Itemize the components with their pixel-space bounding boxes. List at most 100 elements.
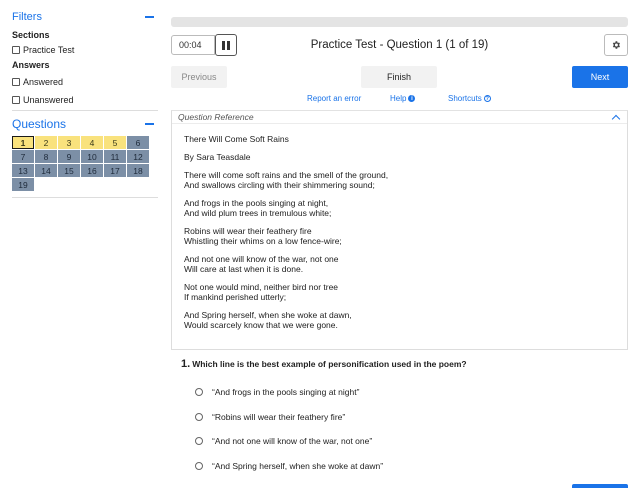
settings-button[interactable] (604, 34, 628, 56)
poem-line: And not one will know of the war, not on… (184, 254, 339, 264)
poem-line: Whistling their whims on a low fence-wir… (184, 236, 342, 246)
info-icon: i (408, 95, 416, 102)
question-title: Practice Test - Question 1 (1 of 19) (310, 39, 489, 51)
question-cell[interactable]: 5 (104, 136, 126, 149)
gear-icon (612, 41, 620, 49)
question-grid: 1 2 3 4 5 6 7 8 9 10 11 12 13 14 15 16 17 18 19 (12, 136, 158, 191)
reference-title: Question Reference (178, 112, 254, 122)
poem-line: And wild plum trees in tremulous white; (184, 208, 332, 218)
timer-display: 00:04 (171, 35, 215, 55)
filters-header[interactable]: Filters (12, 8, 158, 26)
report-error-link[interactable]: Report an error (307, 94, 361, 103)
questions-header[interactable]: Questions (12, 115, 158, 133)
poem-stanza: And not one will know of the war, not on… (184, 254, 615, 274)
divider (12, 110, 158, 111)
sidebar: Filters Sections Practice Test Answers A… (12, 8, 158, 198)
shortcuts-label: Shortcuts (448, 94, 482, 103)
pause-icon (227, 40, 230, 50)
poem-line: Would scarcely know that we were gone. (184, 320, 338, 330)
question-cell[interactable]: 8 (35, 150, 57, 163)
checkbox-icon[interactable] (12, 46, 20, 54)
poem-stanza: Not one would mind, neither bird nor tre… (184, 282, 615, 302)
reference-header[interactable]: Question Reference (172, 111, 627, 124)
question-cell[interactable]: 18 (127, 164, 149, 177)
bottom-next-button[interactable] (572, 484, 628, 488)
toolbar: 00:04 Practice Test - Question 1 (1 of 1… (171, 33, 628, 57)
next-button[interactable]: Next (572, 66, 628, 88)
answer-option[interactable]: “Robins will wear their feathery fire” (195, 405, 621, 430)
question-cell[interactable]: 16 (81, 164, 103, 177)
poem-line: Will care at last when it is done. (184, 264, 304, 274)
question-stem: 1. Which line is the best example of per… (181, 358, 621, 370)
filter-label: Practice Test (23, 45, 75, 55)
question-cell[interactable]: 6 (127, 136, 149, 149)
filter-unanswered[interactable]: Unanswered (12, 92, 158, 108)
radio-icon[interactable] (195, 412, 203, 421)
progress-bar (171, 17, 628, 27)
poem-line: There will come soft rains and the smell… (184, 170, 389, 180)
question-cell[interactable]: 7 (12, 150, 34, 163)
answers-label: Answers (12, 60, 50, 70)
answer-option-label: “And frogs in the pools singing at night… (212, 387, 360, 398)
answer-option[interactable]: “And Spring herself, when she woke at da… (195, 454, 621, 479)
radio-icon[interactable] (195, 437, 203, 446)
question-cell[interactable]: 9 (58, 150, 80, 163)
radio-icon[interactable] (195, 461, 203, 470)
question-cell[interactable]: 17 (104, 164, 126, 177)
collapse-filters-icon[interactable] (145, 16, 154, 18)
question-cell[interactable]: 14 (35, 164, 57, 177)
poem-stanza: And Spring herself, when she woke at daw… (184, 310, 615, 330)
pause-icon (222, 40, 225, 50)
main-panel: 00:04 Practice Test - Question 1 (1 of 1… (171, 17, 628, 350)
report-error-label: Report an error (307, 94, 362, 103)
help-label: Help (390, 94, 407, 103)
poem-line: Robins will wear their feathery fire (184, 226, 312, 236)
poem-title: There Will Come Soft Rains (184, 134, 289, 144)
question-block: 1. Which line is the best example of per… (181, 358, 621, 478)
checkbox-icon[interactable] (12, 96, 20, 104)
collapse-questions-icon[interactable] (145, 123, 154, 125)
question-number: 1. (181, 358, 191, 370)
poem-line: And swallows circling with their shimmer… (184, 180, 375, 190)
divider (12, 197, 158, 198)
chevron-up-icon[interactable] (611, 114, 621, 123)
poem-line: And Spring herself, when she woke at daw… (184, 310, 352, 320)
answer-options: “And frogs in the pools singing at night… (195, 380, 621, 478)
filter-label: Unanswered (23, 95, 74, 105)
filters-title: Filters (12, 11, 42, 23)
poem-stanzas: There will come soft rains and the smell… (184, 170, 615, 330)
previous-button[interactable]: Previous (171, 66, 227, 88)
sections-label: Sections (12, 30, 50, 40)
answer-option-label: “Robins will wear their feathery fire” (212, 411, 346, 422)
poem-stanza: Robins will wear their feathery fire Whis… (184, 226, 615, 246)
poem-line: And frogs in the pools singing at night, (184, 198, 329, 208)
help-circle-icon: ? (483, 95, 491, 102)
filter-practice-test[interactable]: Practice Test (12, 42, 158, 58)
poem-author: By Sara Teasdale (184, 152, 251, 162)
answer-option-label: “And Spring herself, when she woke at da… (212, 460, 384, 471)
help-link[interactable]: Help i (390, 94, 416, 103)
question-cell[interactable]: 12 (127, 150, 149, 163)
question-cell[interactable]: 2 (35, 136, 57, 149)
question-cell[interactable]: 19 (12, 178, 34, 191)
question-cell[interactable]: 15 (58, 164, 80, 177)
question-cell[interactable]: 10 (81, 150, 103, 163)
poem-stanza: And frogs in the pools singing at night,… (184, 198, 615, 218)
checkbox-icon[interactable] (12, 78, 20, 86)
filter-answered[interactable]: Answered (12, 74, 158, 90)
shortcuts-link[interactable]: Shortcuts ? (448, 94, 491, 103)
question-cell[interactable]: 13 (12, 164, 34, 177)
question-cell[interactable]: 4 (81, 136, 103, 149)
question-cell[interactable]: 11 (104, 150, 126, 163)
pause-button[interactable] (215, 34, 237, 56)
radio-icon[interactable] (195, 388, 203, 397)
question-reference-panel: Question Reference There Will Come Soft … (171, 110, 628, 350)
answer-option[interactable]: “And not one will know of the war, not o… (195, 429, 621, 454)
question-cell[interactable]: 3 (58, 136, 80, 149)
answer-option[interactable]: “And frogs in the pools singing at night… (195, 380, 621, 405)
poem-line: Not one would mind, neither bird nor tre… (184, 282, 339, 292)
poem-line: If mankind perished utterly; (184, 292, 287, 302)
filter-label: Answered (23, 77, 64, 87)
question-cell[interactable]: 1 (12, 136, 34, 149)
finish-button[interactable]: Finish (361, 66, 437, 88)
